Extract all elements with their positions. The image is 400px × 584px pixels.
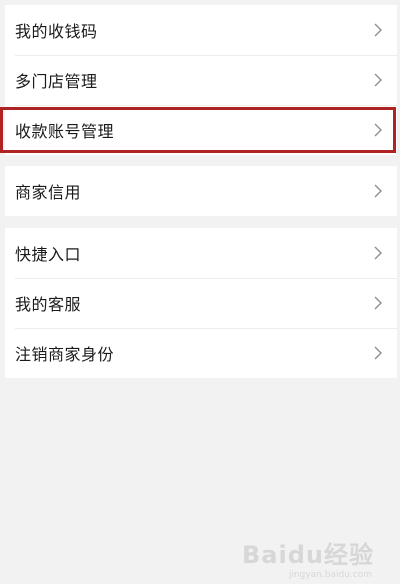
menu-item-label: 多门店管理: [15, 72, 98, 91]
menu-item-label: 收款账号管理: [15, 122, 115, 141]
menu-item-label: 快捷入口: [15, 245, 82, 264]
chevron-right-icon: [373, 73, 383, 87]
menu-item-my-payment-code[interactable]: 我的收钱码: [5, 5, 397, 55]
menu-item-label: 我的收钱码: [15, 22, 98, 41]
chevron-right-icon: [373, 23, 383, 37]
menu-group-account: 我的收钱码 多门店管理 收款账号管理: [5, 5, 397, 155]
menu-item-label: 我的客服: [15, 295, 82, 314]
chevron-right-icon: [373, 123, 383, 137]
menu-item-label: 注销商家身份: [15, 345, 115, 364]
watermark-url: jingyan.baidu.com: [288, 570, 372, 580]
menu-item-payee-account-management[interactable]: 收款账号管理: [5, 105, 397, 155]
menu-item-label: 商家信用: [15, 183, 82, 202]
watermark-logo: Baidu经验: [242, 541, 374, 569]
settings-page: 我的收钱码 多门店管理 收款账号管理 商家信用 快捷入口 我的客服 注销商家身份: [5, 0, 397, 584]
chevron-right-icon: [373, 246, 383, 260]
menu-group-service: 快捷入口 我的客服 注销商家身份: [5, 228, 397, 378]
chevron-right-icon: [373, 296, 383, 310]
menu-item-my-customer-service[interactable]: 我的客服: [5, 278, 397, 328]
menu-item-cancel-merchant-identity[interactable]: 注销商家身份: [5, 328, 397, 378]
menu-item-merchant-credit[interactable]: 商家信用: [5, 166, 397, 216]
menu-group-credit: 商家信用: [5, 166, 397, 216]
chevron-right-icon: [373, 184, 383, 198]
menu-item-multi-store-management[interactable]: 多门店管理: [5, 55, 397, 105]
menu-item-shortcut-entry[interactable]: 快捷入口: [5, 228, 397, 278]
chevron-right-icon: [373, 346, 383, 360]
